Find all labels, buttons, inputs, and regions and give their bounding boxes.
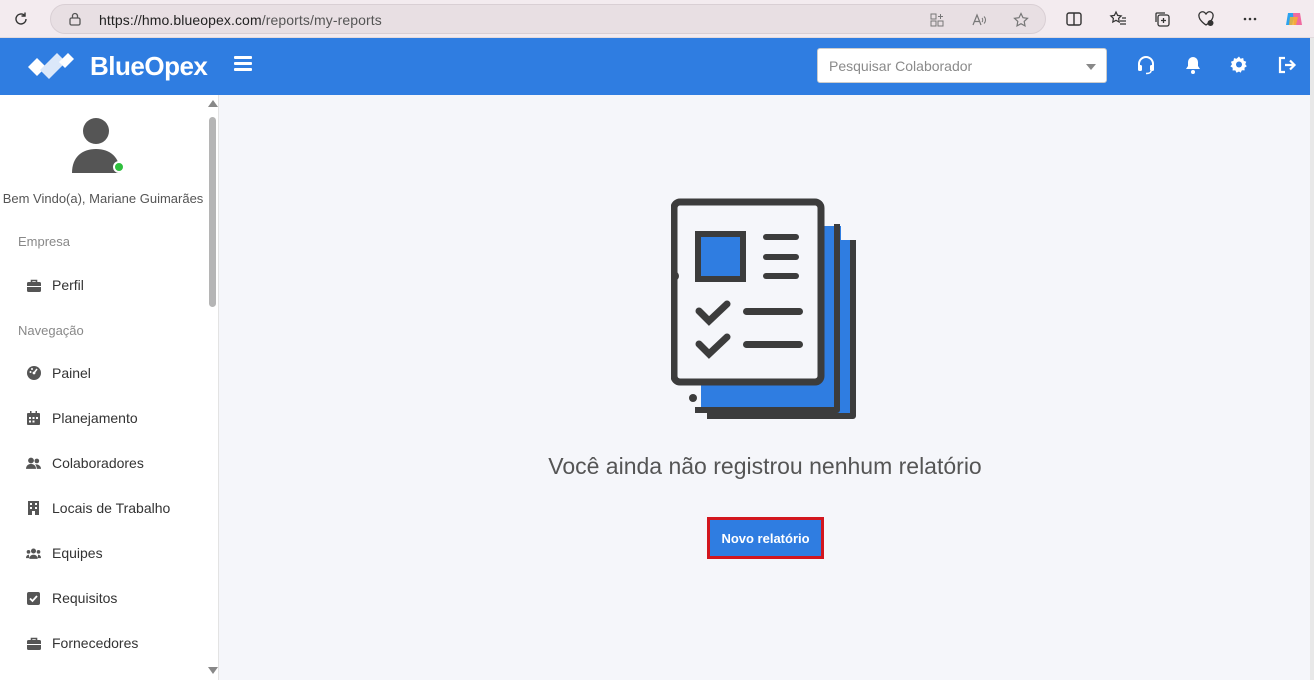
scroll-up-icon[interactable] (208, 100, 218, 107)
more-icon[interactable] (1240, 9, 1260, 29)
headset-icon[interactable] (1135, 54, 1157, 76)
apps-icon[interactable] (927, 10, 947, 30)
collections-icon[interactable] (1152, 9, 1172, 29)
briefcase-icon (26, 278, 41, 293)
welcome-text: Bem Vindo(a), Mariane Guimarães (2, 191, 204, 206)
sidebar-item-requisitos[interactable]: Requisitos (0, 578, 206, 618)
sidebar: Bem Vindo(a), Mariane Guimarães Empresa … (0, 95, 219, 680)
browser-toolbar: https://hmo.blueopex.com/reports/my-repo… (0, 0, 1314, 38)
sidebar-item-label: Perfil (52, 277, 84, 293)
sidebar-item-colaboradores[interactable]: Colaboradores (0, 443, 206, 483)
sidebar-item-equipes[interactable]: Equipes (0, 533, 206, 573)
empty-state-message: Você ainda não registrou nenhum relatóri… (548, 453, 982, 479)
sidebar-scrollbar[interactable] (206, 95, 219, 680)
dashboard-icon (26, 366, 41, 381)
team-icon (26, 546, 41, 561)
sidebar-item-planejamento[interactable]: Planejamento (0, 398, 206, 438)
gear-icon[interactable] (1228, 54, 1250, 76)
bell-icon[interactable] (1182, 54, 1204, 76)
url-text[interactable]: https://hmo.blueopex.com/reports/my-repo… (99, 12, 382, 28)
menu-toggle-icon[interactable] (234, 56, 252, 74)
sidebar-item-fornecedores[interactable]: Fornecedores (0, 623, 206, 663)
users-icon (26, 456, 41, 471)
favorite-star-icon[interactable] (1011, 10, 1031, 30)
reload-icon[interactable] (10, 8, 32, 30)
health-icon[interactable] (1196, 9, 1216, 29)
building-icon (26, 501, 41, 516)
address-bar[interactable]: https://hmo.blueopex.com/reports/my-repo… (50, 4, 1046, 34)
new-report-button[interactable]: Novo relatório (710, 520, 821, 556)
split-screen-icon[interactable] (1064, 9, 1084, 29)
sidebar-item-label: Painel (52, 365, 91, 381)
copilot-icon[interactable] (1284, 9, 1304, 29)
favorites-icon[interactable] (1108, 9, 1128, 29)
main-content: Você ainda não registrou nenhum relatóri… (220, 95, 1310, 680)
sidebar-item-locais-de-trabalho[interactable]: Locais de Trabalho (0, 488, 206, 528)
sidebar-item-perfil[interactable]: Perfil (0, 265, 206, 305)
avatar[interactable] (71, 117, 125, 173)
sidebar-item-label: Equipes (52, 545, 103, 561)
app-header: BlueOpex Pesquisar Colaborador (0, 38, 1310, 95)
brand-logo-icon (28, 53, 74, 79)
search-placeholder: Pesquisar Colaborador (829, 58, 973, 74)
section-title-company: Empresa (18, 234, 71, 249)
lock-icon[interactable] (67, 11, 83, 27)
new-report-button-highlight: Novo relatório (707, 517, 824, 559)
section-title-navigation: Navegação (18, 323, 84, 338)
empty-report-illustration (671, 198, 856, 419)
scroll-thumb[interactable] (209, 117, 216, 307)
calendar-icon (26, 411, 41, 426)
sidebar-item-label: Locais de Trabalho (52, 500, 171, 516)
scroll-down-icon[interactable] (208, 667, 218, 674)
url-path: /reports/my-reports (261, 12, 382, 28)
sidebar-item-label: Fornecedores (52, 635, 139, 651)
sidebar-item-painel[interactable]: Painel (0, 353, 206, 393)
sidebar-item-label: Requisitos (52, 590, 118, 606)
checkbox-icon (26, 591, 41, 606)
url-host: https://hmo.blueopex.com (99, 12, 262, 28)
chevron-down-icon (1086, 64, 1096, 70)
brand-logo[interactable]: BlueOpex (26, 50, 208, 82)
briefcase-icon (26, 636, 41, 651)
window-edge (1310, 38, 1314, 680)
collaborator-search-select[interactable]: Pesquisar Colaborador (817, 48, 1107, 83)
read-aloud-icon[interactable] (969, 10, 989, 30)
logout-icon[interactable] (1276, 54, 1298, 76)
sidebar-item-label: Planejamento (52, 410, 138, 426)
sidebar-item-label: Colaboradores (52, 455, 144, 471)
brand-name: BlueOpex (90, 50, 208, 81)
